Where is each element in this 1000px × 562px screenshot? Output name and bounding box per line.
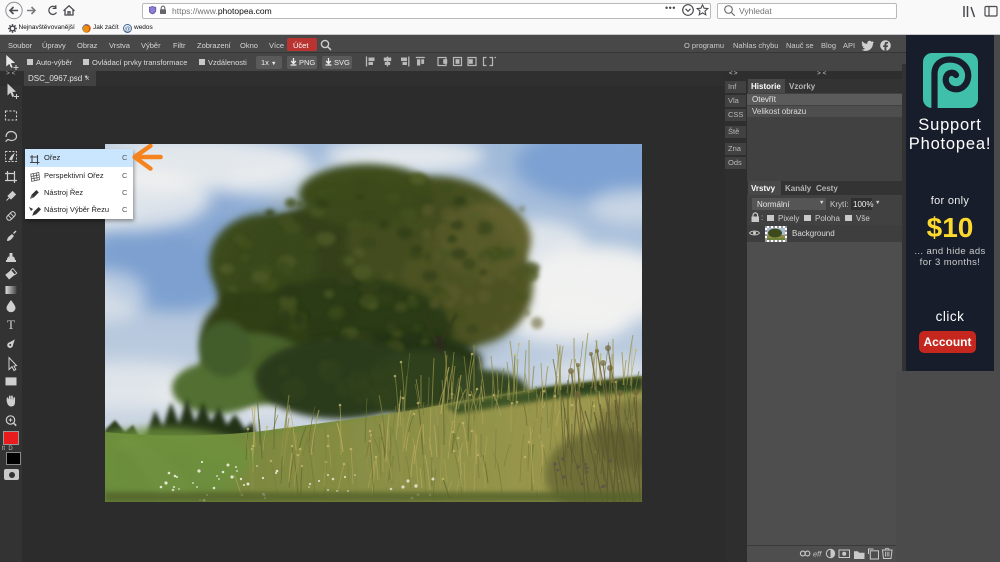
svg-text:eff: eff [813, 550, 822, 559]
svg-text:T: T [7, 317, 15, 332]
svg-text:@: @ [124, 26, 131, 33]
